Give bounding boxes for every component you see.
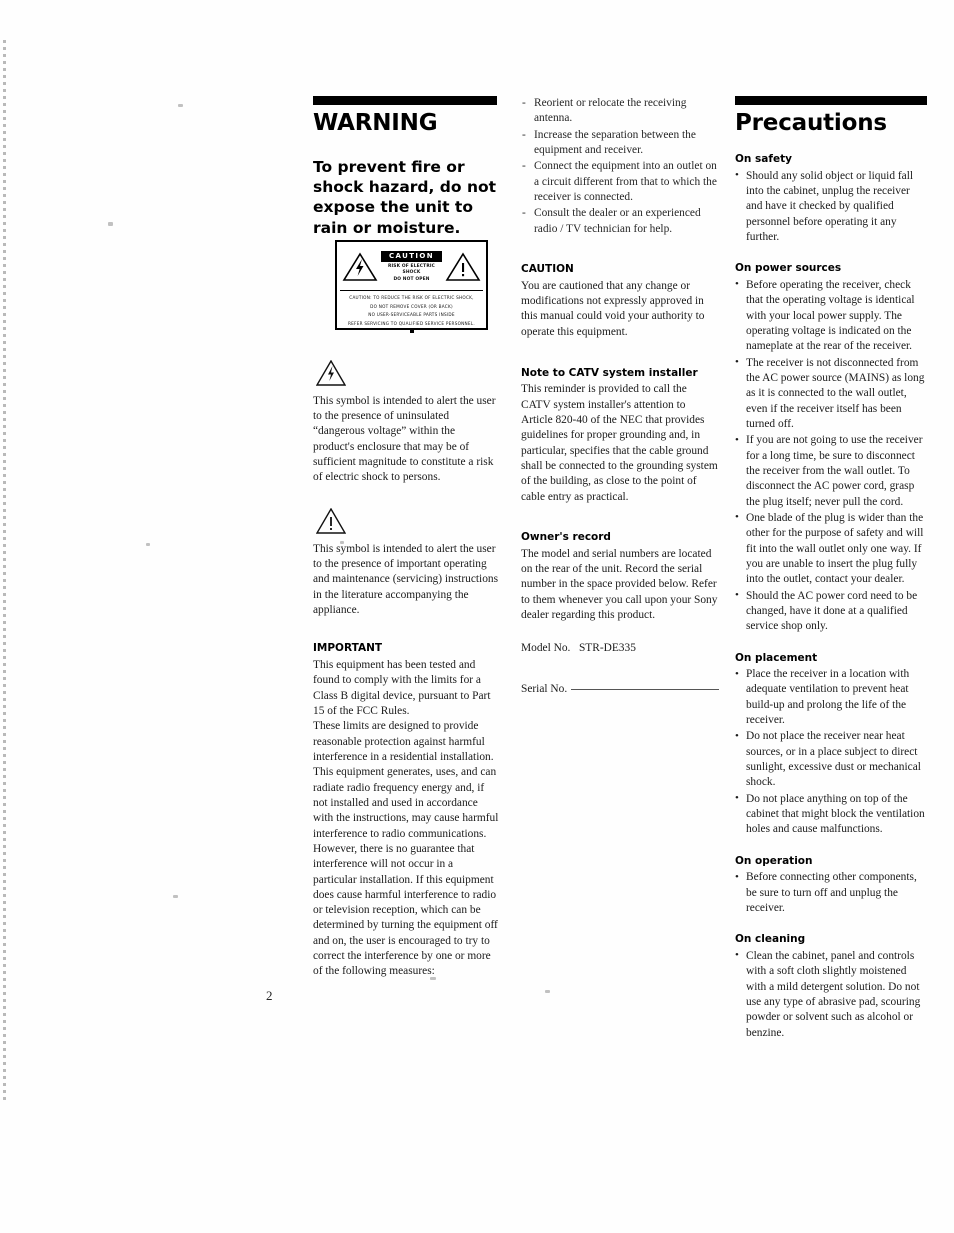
important-paragraph-2: These limits are designed to provide rea… (313, 720, 499, 978)
caution-notice-block: CAUTION: TO REDUCE THE RISK OF ELECTRIC … (340, 291, 483, 333)
precaution-list-on-placement: Place the receiver in a location with ad… (735, 667, 929, 838)
model-number-row: Model No. STR-DE335 (521, 641, 719, 656)
list-item: Place the receiver in a location with ad… (735, 667, 929, 728)
precaution-list-on-power-sources: Before operating the receiver, check tha… (735, 277, 929, 635)
important-paragraph-1: This equipment has been tested and found… (313, 658, 491, 717)
warning-rule-bar (313, 96, 497, 105)
lightning-bolt-triangle-icon (316, 359, 346, 386)
caution-risk-line-2: DO NOT OPEN (393, 276, 430, 282)
precaution-list-on-cleaning: Clean the cabinet, panel and controls wi… (735, 948, 929, 1041)
important-heading: IMPORTANT (313, 642, 383, 655)
caution-exclamation-icon (445, 252, 481, 282)
precaution-heading-on-power-sources: On power sources (735, 262, 842, 275)
list-item: Connect the equipment into an outlet on … (521, 159, 719, 205)
scan-speck (178, 104, 183, 107)
exclamation-triangle-icon (316, 507, 346, 534)
precaution-list-on-safety: Should any solid object or liquid fall i… (735, 168, 929, 246)
page-title-warning: WARNING (313, 110, 438, 136)
scan-speck (173, 895, 178, 898)
caution-notice-line-3: NO USER-SERVICEABLE PARTS INSIDE (368, 312, 455, 318)
precaution-heading-on-operation: On operation (735, 854, 813, 867)
scan-edge-artifact (3, 40, 6, 1100)
interference-remedies-list: Reorient or relocate the receiving anten… (521, 96, 719, 237)
page-title-precautions: Precautions (735, 110, 887, 136)
caution-mark (409, 329, 414, 333)
caution-lightning-icon (342, 252, 378, 282)
list-item: Do not place anything on top of the cabi… (735, 791, 929, 838)
model-number-value: STR-DE335 (578, 642, 636, 655)
catv-heading: Note to CATV system installer (521, 366, 698, 379)
list-item: The receiver is not disconnected from th… (735, 355, 929, 433)
caution-risk-line-1: RISK OF ELECTRIC SHOCK (387, 263, 436, 276)
list-item: Consult the dealer or an experienced rad… (521, 206, 719, 237)
caution-label-top-row: CAUTION RISK OF ELECTRIC SHOCK DO NOT OP… (340, 245, 483, 289)
page-number: 2 (266, 988, 273, 1003)
owners-record-text: The model and serial numbers are located… (521, 547, 718, 621)
lightning-symbol-description: This symbol is intended to alert the use… (313, 394, 496, 484)
list-item: If you are not going to use the receiver… (735, 433, 929, 510)
owners-record-heading: Owner's record (521, 531, 611, 544)
caution-section-text: You are cautioned that any change or mod… (521, 279, 705, 338)
precaution-heading-on-cleaning: On cleaning (735, 933, 806, 946)
caution-notice-line-2: DO NOT REMOVE COVER (OR BACK) (370, 303, 453, 309)
list-item: Reorient or relocate the receiving anten… (521, 96, 719, 127)
precautions-rule-bar (735, 96, 927, 105)
list-item: One blade of the plug is wider than the … (735, 510, 929, 588)
column-warning: WARNING To prevent fire or shock hazard,… (313, 96, 499, 980)
caution-notice-line-1: CAUTION: TO REDUCE THE RISK OF ELECTRIC … (349, 295, 474, 300)
precaution-heading-on-safety: On safety (735, 153, 792, 166)
serial-number-label: Serial No. (521, 682, 568, 695)
scan-speck (545, 990, 550, 993)
precaution-heading-on-placement: On placement (735, 651, 818, 664)
exclamation-symbol-description: This symbol is intended to alert the use… (313, 542, 499, 616)
caution-section-heading: CAUTION (521, 262, 574, 275)
column-precautions: Precautions On safety Should any solid o… (735, 96, 929, 1042)
precaution-list-on-operation: Before connecting other components, be s… (735, 870, 929, 916)
list-item: Should the AC power cord need to be chan… (735, 588, 929, 635)
scan-speck (108, 222, 113, 226)
list-item: Do not place the receiver near heat sour… (735, 729, 929, 790)
list-item: Before operating the receiver, check tha… (735, 277, 929, 355)
column-middle: Reorient or relocate the receiving anten… (521, 96, 719, 695)
list-item: Increase the separation between the equi… (521, 128, 719, 159)
caution-word: CAUTION (381, 250, 442, 262)
caution-notice-line-4: REFER SERVICING TO QUALIFIED SERVICE PER… (348, 321, 475, 327)
list-item: Before connecting other components, be s… (735, 870, 929, 916)
model-number-label: Model No. (521, 642, 571, 655)
serial-number-row: Serial No. (521, 683, 719, 695)
list-item: Should any solid object or liquid fall i… (735, 168, 929, 246)
scan-speck (146, 543, 150, 546)
serial-number-write-in-line[interactable] (571, 688, 719, 690)
list-item: Clean the cabinet, panel and controls wi… (735, 948, 929, 1041)
warning-lead-statement: To prevent fire or shock hazard, do not … (313, 158, 497, 237)
document-page: WARNING To prevent fire or shock hazard,… (0, 0, 954, 1233)
caution-word-block: CAUTION RISK OF ELECTRIC SHOCK DO NOT OP… (381, 250, 442, 284)
catv-text: This reminder is provided to call the CA… (521, 383, 718, 503)
caution-label-box: CAUTION RISK OF ELECTRIC SHOCK DO NOT OP… (335, 240, 488, 333)
